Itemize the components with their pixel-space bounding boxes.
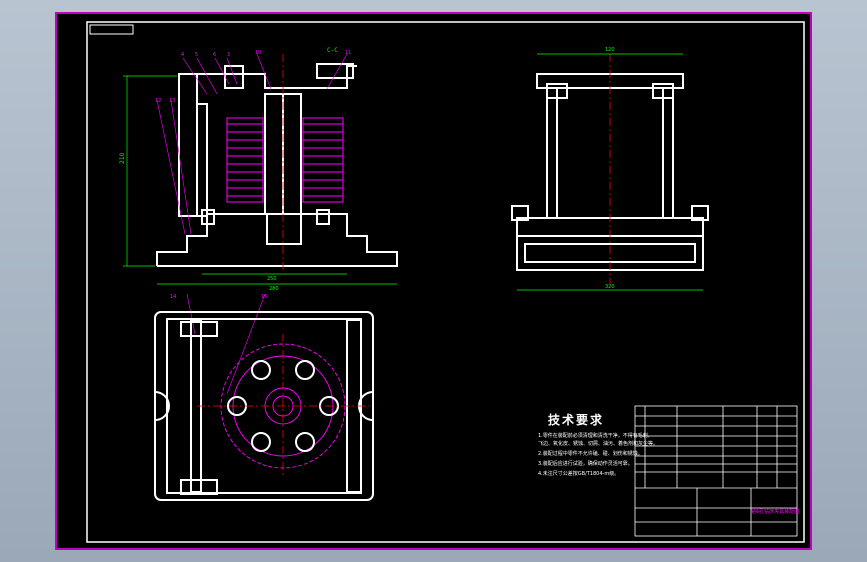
dim-side-base: 320	[605, 284, 615, 290]
part-number-label: 5	[195, 52, 198, 58]
part-number-label: 13	[169, 98, 175, 104]
technical-note: 3.装配后应进行试验，确保动作灵活可靠。	[538, 461, 633, 467]
part-number-label: 3	[227, 52, 230, 58]
cad-drawing-sheet[interactable]: 210 280 250 4 5 6 3 10 11 12 13 14 15 12…	[55, 12, 812, 550]
part-number-label: 12	[155, 98, 161, 104]
part-number-label: 6	[213, 52, 216, 58]
technical-note: 1.零件在装配前必须清理和清洗干净，不得有毛刺、	[538, 433, 653, 439]
technical-note: 4.未注尺寸公差按GB/T1804-m级。	[538, 471, 620, 477]
front-section-hatch	[226, 117, 344, 203]
front-section-view	[156, 63, 398, 267]
part-number-label: 4	[181, 52, 184, 58]
part-number-label: 14	[170, 294, 176, 300]
technical-note: 2.装配过程中零件不允许磕、碰、划伤和锈蚀。	[538, 451, 643, 457]
dim-front-width: 280	[269, 286, 279, 292]
code-box	[89, 24, 134, 35]
technical-requirements-title: 技术要求	[548, 413, 605, 427]
section-view-label: C-C	[327, 47, 338, 54]
part-number-label: 15	[261, 294, 267, 300]
drawing-canvas: 210 280 250 4 5 6 3 10 11 12 13 14 15 12…	[86, 21, 805, 543]
dim-height: 210	[119, 152, 126, 164]
dim-base-front: 250	[267, 276, 277, 282]
title-block-name: 钻6孔钻床夹具装配图	[751, 509, 800, 515]
dim-side-width: 120	[605, 47, 615, 53]
part-number-label: 10	[255, 50, 261, 56]
part-number-label: 11	[345, 50, 351, 56]
title-block	[634, 405, 798, 537]
technical-note: 飞边、氧化皮、锈蚀、切屑、油污、着色剂和灰尘等。	[538, 441, 659, 447]
